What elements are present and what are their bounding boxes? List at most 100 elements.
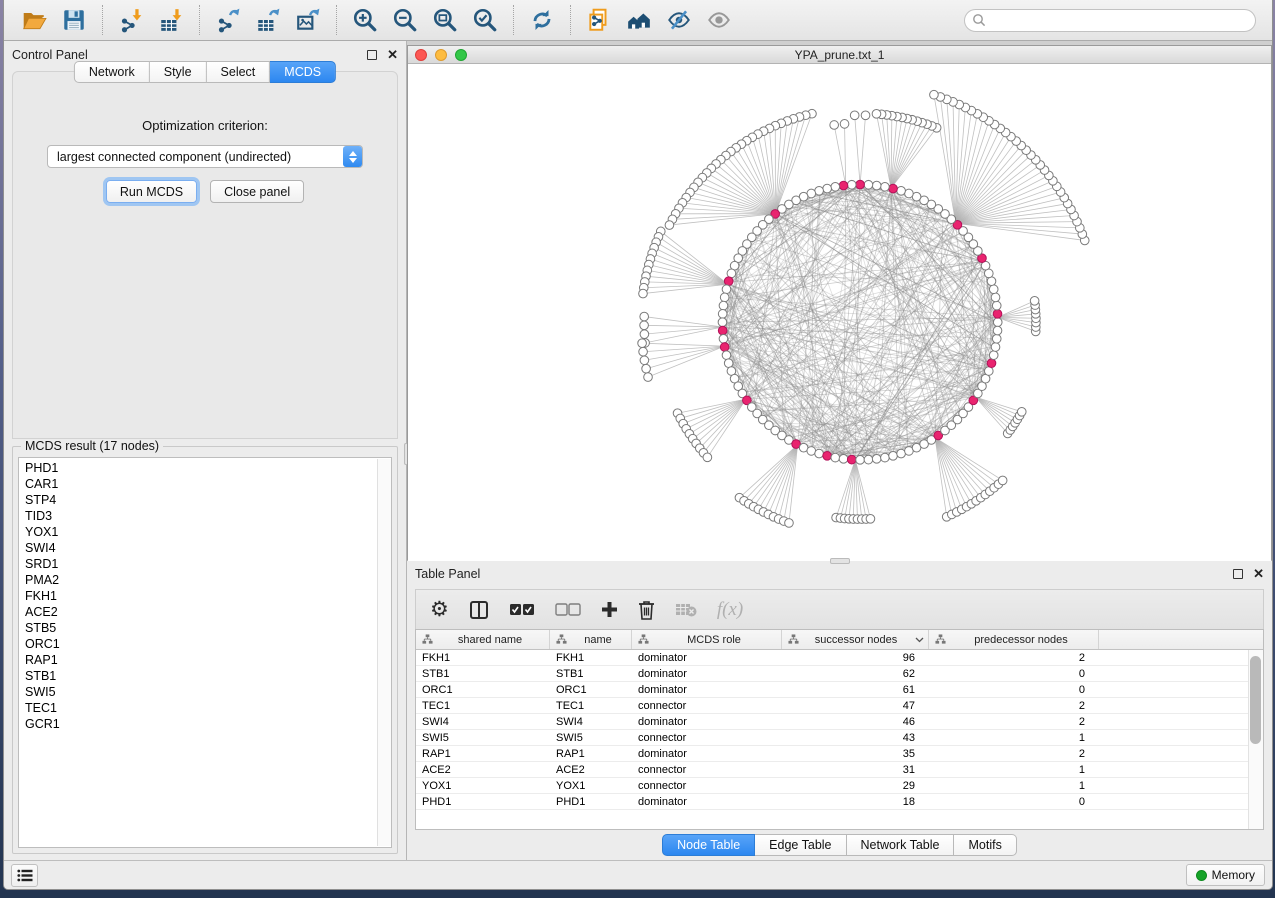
- close-panel-button[interactable]: Close panel: [210, 180, 304, 203]
- table-row[interactable]: SWI5SWI5connector431: [416, 730, 1263, 746]
- graph-node[interactable]: [864, 180, 873, 189]
- zoom-in-icon[interactable]: [345, 3, 385, 37]
- graph-node[interactable]: [993, 326, 1002, 335]
- graph-node[interactable]: [1017, 407, 1026, 416]
- graph-node[interactable]: [639, 289, 648, 298]
- graph-node[interactable]: [785, 519, 794, 528]
- graph-node[interactable]: [830, 121, 839, 130]
- mcds-graph-node[interactable]: [993, 310, 1002, 319]
- graph-node[interactable]: [640, 356, 649, 365]
- zoom-fit-icon[interactable]: [425, 3, 465, 37]
- search-input[interactable]: [964, 9, 1256, 32]
- graph-node[interactable]: [881, 453, 890, 462]
- graph-node[interactable]: [987, 277, 996, 286]
- column-header-shared-name[interactable]: shared name: [416, 630, 550, 649]
- graph-node[interactable]: [815, 449, 824, 458]
- graph-node[interactable]: [831, 453, 840, 462]
- export-table-icon[interactable]: [248, 3, 288, 37]
- close-panel-icon[interactable]: ✕: [387, 50, 398, 60]
- table-scrollbar-thumb[interactable]: [1250, 656, 1261, 744]
- float-panel-icon[interactable]: [367, 50, 377, 60]
- import-table-icon[interactable]: [151, 3, 191, 37]
- table-row[interactable]: FKH1FKH1dominator962: [416, 650, 1263, 666]
- tab-node-table[interactable]: Node Table: [662, 834, 755, 856]
- mcds-graph-node[interactable]: [724, 277, 733, 286]
- graph-node[interactable]: [722, 285, 731, 294]
- graph-node[interactable]: [861, 111, 870, 120]
- graph-node[interactable]: [815, 186, 824, 195]
- hide-selected-icon[interactable]: [659, 3, 699, 37]
- result-list-item[interactable]: SWI5: [25, 684, 391, 700]
- graph-node[interactable]: [872, 181, 881, 190]
- new-network-from-selection-icon[interactable]: [579, 3, 619, 37]
- tab-style[interactable]: Style: [150, 61, 207, 83]
- delete-column-icon[interactable]: [638, 600, 655, 620]
- graph-node[interactable]: [720, 293, 729, 302]
- graph-node[interactable]: [823, 184, 832, 193]
- mcds-graph-node[interactable]: [889, 184, 898, 193]
- tab-motifs[interactable]: Motifs: [954, 834, 1016, 856]
- graph-node[interactable]: [719, 334, 728, 343]
- table-row[interactable]: SWI4SWI4dominator462: [416, 714, 1263, 730]
- graph-node[interactable]: [991, 343, 1000, 352]
- graph-node[interactable]: [718, 318, 727, 327]
- mcds-graph-node[interactable]: [718, 326, 727, 335]
- graph-node[interactable]: [872, 455, 881, 464]
- result-list-item[interactable]: YOX1: [25, 524, 391, 540]
- graph-node[interactable]: [992, 301, 1001, 310]
- graph-node[interactable]: [897, 186, 906, 195]
- memory-button[interactable]: Memory: [1186, 864, 1265, 886]
- table-row[interactable]: TEC1TEC1connector472: [416, 698, 1263, 714]
- graph-node[interactable]: [991, 293, 1000, 302]
- graph-node[interactable]: [905, 189, 914, 198]
- table-row[interactable]: PHD1PHD1dominator180: [416, 794, 1263, 810]
- column-header-MCDS-role[interactable]: MCDS role: [632, 630, 782, 649]
- graph-node[interactable]: [872, 110, 881, 119]
- graph-node[interactable]: [989, 351, 998, 360]
- column-header-name[interactable]: name: [550, 630, 632, 649]
- result-list-item[interactable]: FKH1: [25, 588, 391, 604]
- table-row[interactable]: RAP1RAP1dominator352: [416, 746, 1263, 762]
- column-header-predecessor-nodes[interactable]: predecessor nodes: [929, 630, 1099, 649]
- graph-node[interactable]: [856, 456, 865, 465]
- float-table-panel-icon[interactable]: [1233, 569, 1243, 579]
- graph-node[interactable]: [840, 120, 849, 129]
- save-session-icon[interactable]: [54, 3, 94, 37]
- result-list-item[interactable]: GCR1: [25, 716, 391, 732]
- graph-node[interactable]: [866, 514, 875, 523]
- mcds-result-list[interactable]: PHD1CAR1STP4TID3YOX1SWI4SRD1PMA2FKH1ACE2…: [18, 457, 392, 848]
- result-list-item[interactable]: CAR1: [25, 476, 391, 492]
- tab-network[interactable]: Network: [74, 61, 150, 83]
- network-canvas[interactable]: [408, 64, 1271, 561]
- table-row[interactable]: STB1STB1dominator620: [416, 666, 1263, 682]
- graph-node[interactable]: [850, 111, 859, 120]
- graph-node[interactable]: [642, 364, 651, 373]
- result-list-item[interactable]: ORC1: [25, 636, 391, 652]
- network-graph[interactable]: [408, 64, 1271, 561]
- graph-node[interactable]: [724, 359, 733, 368]
- graph-node[interactable]: [992, 334, 1001, 343]
- optimization-dropdown[interactable]: largest connected component (undirected): [47, 145, 363, 168]
- graph-node[interactable]: [984, 367, 993, 376]
- graph-node[interactable]: [889, 451, 898, 460]
- result-list-item[interactable]: SRD1: [25, 556, 391, 572]
- result-list-item[interactable]: TEC1: [25, 700, 391, 716]
- graph-node[interactable]: [881, 182, 890, 191]
- mcds-graph-node[interactable]: [823, 451, 832, 460]
- graph-node[interactable]: [847, 180, 856, 189]
- result-list-item[interactable]: PMA2: [25, 572, 391, 588]
- column-visibility-icon[interactable]: [469, 600, 489, 620]
- horizontal-splitter-handle[interactable]: [830, 558, 850, 564]
- column-header-successor-nodes[interactable]: successor nodes: [782, 630, 929, 649]
- result-list-item[interactable]: ACE2: [25, 604, 391, 620]
- deselect-all-icon[interactable]: [555, 603, 581, 616]
- first-neighbors-icon[interactable]: [619, 3, 659, 37]
- result-list-item[interactable]: STP4: [25, 492, 391, 508]
- result-list-item[interactable]: STB5: [25, 620, 391, 636]
- graph-node[interactable]: [989, 285, 998, 294]
- tab-mcds[interactable]: MCDS: [270, 61, 336, 83]
- graph-node[interactable]: [703, 453, 712, 462]
- graph-node[interactable]: [665, 221, 674, 230]
- tab-network-table[interactable]: Network Table: [847, 834, 955, 856]
- graph-node[interactable]: [640, 312, 649, 321]
